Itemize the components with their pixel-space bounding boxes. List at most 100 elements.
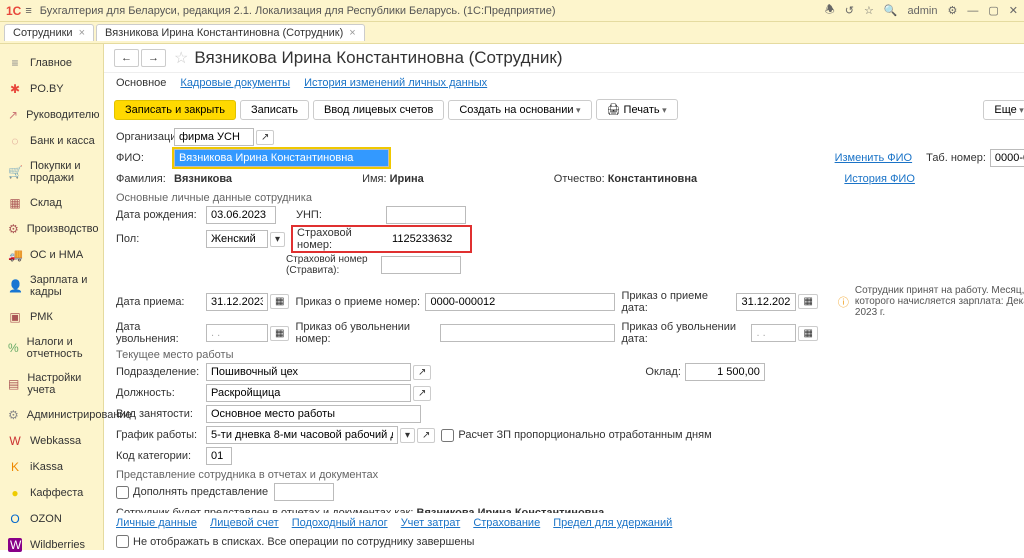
sidebar-item-prod[interactable]: ⚙Производство bbox=[0, 216, 103, 242]
category-input[interactable] bbox=[206, 447, 232, 465]
insurance-label: Страховой номер: bbox=[293, 227, 388, 251]
footer-link-tax[interactable]: Подоходный налог bbox=[292, 517, 388, 529]
sidebar-item-tax[interactable]: %Налоги и отчетность bbox=[0, 330, 103, 366]
position-open-icon[interactable]: ↗ bbox=[413, 386, 431, 401]
subtab-main[interactable]: Основное bbox=[116, 77, 166, 89]
sidebar-item-assets[interactable]: 🚚ОС и НМА bbox=[0, 242, 103, 268]
fire-order-input[interactable] bbox=[440, 324, 615, 342]
subtab-docs[interactable]: Кадровые документы bbox=[180, 77, 290, 89]
hire-date-input[interactable] bbox=[206, 293, 268, 311]
dept-open-icon[interactable]: ↗ bbox=[413, 365, 431, 380]
tab-close-icon[interactable]: × bbox=[349, 27, 355, 39]
calendar-icon[interactable]: ▦ bbox=[798, 294, 817, 309]
org-input[interactable] bbox=[174, 128, 254, 146]
sidebar-item-rmk[interactable]: ▣РМК bbox=[0, 304, 103, 330]
minimize-icon[interactable]: — bbox=[967, 5, 978, 17]
sidebar-item-hr[interactable]: 👤Зарплата и кадры bbox=[0, 268, 103, 304]
lastname-label: Фамилия: bbox=[116, 173, 174, 185]
toolbar: Записать и закрыть Записать Ввод лицевых… bbox=[104, 93, 1024, 126]
sidebar-item-trade[interactable]: 🛒Покупки и продажи bbox=[0, 154, 103, 190]
sidebar-item-main[interactable]: ≡Главное bbox=[0, 50, 103, 76]
fire-date-label: Дата увольнения: bbox=[116, 321, 206, 345]
sidebar-item-wb[interactable]: WWildberries bbox=[0, 532, 103, 558]
birthdate-input[interactable] bbox=[206, 206, 276, 224]
grid-icon: ▦ bbox=[8, 196, 22, 210]
sidebar-item-label: ОС и НМА bbox=[30, 249, 83, 261]
insurance-input[interactable] bbox=[388, 230, 468, 248]
gender-drop-icon[interactable]: ▾ bbox=[270, 232, 285, 247]
bell-icon[interactable]: 🕭 bbox=[825, 1, 835, 20]
footer-link-insurance[interactable]: Страхование bbox=[473, 517, 540, 529]
more-button[interactable]: Еще bbox=[983, 100, 1024, 120]
save-button[interactable]: Записать bbox=[240, 100, 309, 120]
footer-link-cost[interactable]: Учет затрат bbox=[401, 517, 461, 529]
fio-label: ФИО: bbox=[116, 152, 174, 164]
employment-label: Вид занятости: bbox=[116, 408, 206, 420]
nav-forward-button[interactable]: → bbox=[141, 49, 166, 67]
enter-accounts-button[interactable]: Ввод лицевых счетов bbox=[313, 100, 444, 120]
sidebar-item-settings[interactable]: ▤Настройки учета bbox=[0, 366, 103, 402]
content: ← → ☆ Вязникова Ирина Константиновна (Со… bbox=[104, 44, 1024, 550]
sidebar-item-bank[interactable]: ◌Банк и касса bbox=[0, 128, 103, 154]
tabnum-input[interactable] bbox=[990, 149, 1024, 167]
dept-input[interactable] bbox=[206, 363, 411, 381]
employment-input[interactable] bbox=[206, 405, 421, 423]
hire-order-date-input[interactable] bbox=[736, 293, 796, 311]
close-icon[interactable]: ✕ bbox=[1009, 4, 1018, 17]
fire-order-date-input[interactable] bbox=[751, 324, 796, 342]
sidebar-item-manager[interactable]: ↗Руководителю bbox=[0, 102, 103, 128]
page-title: Вязникова Ирина Константиновна (Сотрудни… bbox=[194, 48, 1024, 68]
proportional-checkbox[interactable] bbox=[441, 429, 454, 442]
tab-employee-card[interactable]: Вязникова Ирина Константиновна (Сотрудни… bbox=[96, 24, 365, 41]
schedule-drop-icon[interactable]: ▾ bbox=[400, 428, 415, 443]
sidebar-item-ozon[interactable]: OOZON bbox=[0, 506, 103, 532]
menu-icon[interactable]: ≡ bbox=[25, 5, 31, 17]
sidebar-item-kaffesta[interactable]: ●Каффеста bbox=[0, 480, 103, 506]
tab-close-icon[interactable]: × bbox=[79, 27, 85, 39]
save-close-button[interactable]: Записать и закрыть bbox=[114, 100, 236, 120]
sidebar-item-admin[interactable]: ⚙Администрирование bbox=[0, 402, 103, 428]
unp-input[interactable] bbox=[386, 206, 466, 224]
fire-date-input[interactable] bbox=[206, 324, 268, 342]
hire-order-input[interactable] bbox=[425, 293, 615, 311]
percent-icon: % bbox=[8, 341, 19, 355]
footer-link-account[interactable]: Лицевой счет bbox=[210, 517, 279, 529]
footer-link-personal[interactable]: Личные данные bbox=[116, 517, 197, 529]
sidebar-item-label: iKassa bbox=[30, 461, 63, 473]
position-input[interactable] bbox=[206, 384, 411, 402]
history-fio-link[interactable]: История ФИО bbox=[844, 173, 915, 185]
hide-in-lists-checkbox[interactable] bbox=[116, 535, 129, 548]
fio-input[interactable] bbox=[174, 149, 389, 167]
salary-input[interactable] bbox=[685, 363, 765, 381]
search-icon[interactable]: 🔍 bbox=[884, 4, 898, 17]
favorite-icon[interactable]: ☆ bbox=[174, 48, 188, 68]
calendar-icon[interactable]: ▦ bbox=[270, 326, 289, 341]
change-fio-link[interactable]: Изменить ФИО bbox=[835, 152, 913, 164]
sidebar-item-ikassa[interactable]: KiKassa bbox=[0, 454, 103, 480]
calendar-icon[interactable]: ▦ bbox=[270, 294, 289, 309]
footer-link-limit[interactable]: Предел для удержаний bbox=[553, 517, 672, 529]
nav-back-button[interactable]: ← bbox=[114, 49, 139, 67]
star-icon[interactable]: ☆ bbox=[864, 4, 874, 17]
user-label[interactable]: admin bbox=[908, 5, 938, 17]
coin-icon: ◌ bbox=[8, 134, 22, 148]
calendar-icon[interactable]: ▦ bbox=[798, 326, 817, 341]
supplement-checkbox[interactable] bbox=[116, 486, 129, 499]
gender-input[interactable] bbox=[206, 230, 268, 248]
sidebar-item-poby[interactable]: ✱PO.BY bbox=[0, 76, 103, 102]
history-icon[interactable]: ↺ bbox=[845, 4, 854, 17]
supplement-input[interactable] bbox=[274, 483, 334, 501]
print-button[interactable]: 🖨 Печать bbox=[596, 99, 678, 120]
sidebar-item-webkassa[interactable]: WWebkassa bbox=[0, 428, 103, 454]
maximize-icon[interactable]: ▢ bbox=[988, 4, 998, 17]
insurance2-input[interactable] bbox=[381, 256, 461, 274]
create-based-button[interactable]: Создать на основании bbox=[448, 100, 591, 120]
settings-icon[interactable]: ⚙ bbox=[948, 4, 958, 17]
org-open-button[interactable]: ↗ bbox=[256, 130, 274, 145]
sidebar-item-stock[interactable]: ▦Склад bbox=[0, 190, 103, 216]
schedule-input[interactable] bbox=[206, 426, 398, 444]
schedule-open-icon[interactable]: ↗ bbox=[417, 428, 435, 443]
subtab-history[interactable]: История изменений личных данных bbox=[304, 77, 487, 89]
tab-employees[interactable]: Сотрудники × bbox=[4, 24, 94, 41]
insurance2-label: Страховой номер (Стравита): bbox=[286, 254, 381, 276]
